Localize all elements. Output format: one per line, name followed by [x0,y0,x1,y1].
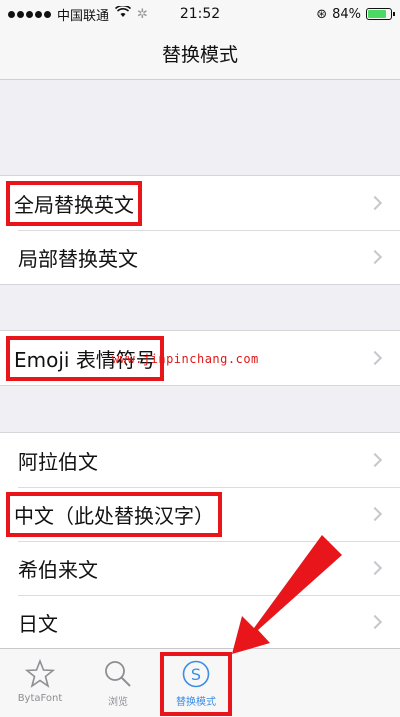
battery-icon [366,8,395,20]
tab-bytafont[interactable]: BytaFont [0,649,80,717]
tab-highlight-box [160,652,232,716]
star-icon [25,659,55,688]
orientation-lock-icon: ⊛ [316,6,328,22]
tab-browse[interactable]: 浏览 [78,649,158,717]
chevron-right-icon [367,249,383,265]
chevron-right-icon [367,452,383,468]
list-item-hebrew[interactable]: 希伯来文 [0,541,400,595]
list-item-label: 全局替换英文 [6,180,142,226]
watermark-text: www.jinpinchang.com [112,352,259,366]
chevron-right-icon [367,506,383,522]
search-icon [105,661,131,687]
section-english: 全局替换英文 局部替换英文 [0,175,400,285]
navigation-bar: 替换模式 [0,28,400,80]
tab-label: BytaFont [17,693,63,704]
battery-fill [368,10,387,18]
list-item-label: 阿拉伯文 [18,449,98,474]
list-item-global-english[interactable]: 全局替换英文 [0,176,400,230]
list-item-arabic[interactable]: 阿拉伯文 [0,433,400,487]
list-item-chinese[interactable]: 中文（此处替换汉字） [0,487,400,541]
list-item-label: 日文 [18,611,58,636]
chevron-right-icon [367,560,383,576]
list-item-label: 希伯来文 [18,557,98,582]
list-item-japanese[interactable]: 日文 [0,595,400,649]
list-item-partial-english[interactable]: 局部替换英文 [0,230,400,284]
tab-label: 浏览 [108,697,128,708]
chevron-right-icon [367,350,383,366]
chevron-right-icon [367,614,383,630]
battery-percent: 84% [332,6,361,22]
list-item-label: 中文（此处替换汉字） [6,491,222,537]
list-item-label: 局部替换英文 [18,246,138,271]
section-languages: 阿拉伯文 中文（此处替换汉字） 希伯来文 日文 [0,432,400,650]
page-title: 替换模式 [161,44,238,66]
status-right: ⊛ 84% [316,6,395,22]
status-bar: 中国联通 ✲ 21:52 ⊛ 84% [0,0,400,28]
chevron-right-icon [367,195,383,211]
